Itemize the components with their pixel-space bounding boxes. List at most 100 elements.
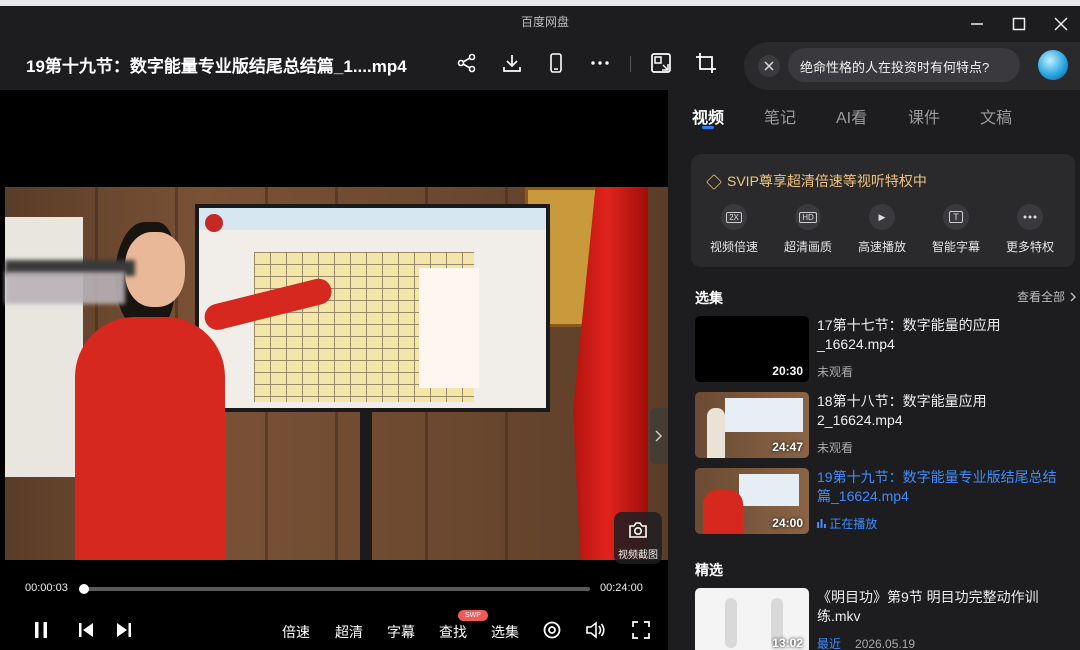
ai-question-pill[interactable]: 绝命性格的人在投资时有何特点? [788,48,1020,82]
snapshot-label: 视频截图 [618,550,658,561]
episode-item[interactable]: 24:47 18第十八节：数字能量应用2_16624.mp4 未观看 [695,392,1075,462]
ai-question-text: 绝命性格的人在投资时有何特点? [800,60,990,75]
previous-button[interactable] [75,619,97,641]
episode-item-current[interactable]: 24:00 19第十九节：数字能量专业版结尾总结篇_16624.mp4 正在播放 [695,468,1075,538]
see-all-label: 查看全部 [1017,290,1066,304]
player-controls: 00:00:03 00:24:00 倍速 超清 字幕 查找 SWP 选集 [0,570,668,650]
crop-button[interactable] [693,50,719,76]
speed-button[interactable]: 倍速 [282,622,310,642]
equalizer-icon [817,519,826,528]
svip-fast-play-label: 高速播放 [857,240,906,254]
smart-subtitle-icon-text: T [949,211,963,223]
close-question-button[interactable] [758,55,780,77]
more-button[interactable] [587,50,613,76]
svip-fast-play[interactable]: ▶ 高速播放 [849,204,915,255]
more-icon [591,61,609,65]
snapshot-button[interactable]: 视频截图 [614,512,662,564]
whiteboard [5,217,83,477]
close-window-button[interactable] [1044,12,1078,36]
featured-item[interactable]: 13:02 《明目功》第9节 明目功完整动作训练.mkv 最近 2026.05.1… [695,588,1075,650]
tab-transcript[interactable]: 文稿 [980,104,1012,128]
svip-diamond-icon [706,174,722,190]
speed-icon: 2X [721,204,747,230]
loop-button[interactable] [541,619,563,641]
featured-tag: 最近 [817,637,842,650]
episode-status: 未观看 [817,441,854,455]
file-title: 19第十九节：数字能量专业版结尾总结篇_1....mp4 [26,57,407,76]
share-button[interactable] [454,50,480,76]
svip-more-label: 更多特权 [1005,240,1054,254]
tab-notes[interactable]: 笔记 [764,104,796,128]
featured-title: 《明目功》第9节 明目功完整动作训练.mkv [817,589,1039,624]
video-viewport[interactable] [0,90,668,560]
fast-play-icon: ▶ [869,204,895,230]
phone-icon [550,53,562,73]
episode-thumbnail: 20:30 [695,316,809,382]
ai-question-bar: 绝命性格的人在投资时有何特点? [744,42,1080,90]
episode-item[interactable]: 20:30 17第十七节：数字能量的应用_16624.mp4 未观看 [695,316,1075,386]
episode-thumbnail: 24:47 [695,392,809,458]
svip-speed[interactable]: 2X 视频倍速 [701,204,767,255]
featured-date: 2026.05.19 [855,637,916,650]
hd-icon: HD [795,204,821,230]
svip-smart-subtitle[interactable]: T 智能字幕 [923,204,989,255]
download-icon [503,55,521,72]
picture-in-picture-icon [651,53,671,73]
pip-button[interactable] [648,50,674,76]
swp-badge: SWP [458,610,488,621]
crop-icon [696,53,716,73]
speed-icon-text: 2X [726,211,742,223]
player-header: 19第十九节：数字能量专业版结尾总结篇_1....mp4 绝命性格的人在投资时有… [0,36,1080,90]
svip-title-row: SVIP尊享超清倍速等视听特权中 [706,171,927,191]
next-button[interactable] [113,619,135,641]
episode-thumbnail: 24:00 [695,468,809,534]
episode-title: 19第十九节：数字能量专业版结尾总结篇_16624.mp4 [817,469,1057,504]
tab-video[interactable]: 视频 [692,104,724,128]
header-divider [630,56,631,72]
volume-button[interactable] [585,619,607,641]
episode-duration: 24:00 [772,516,803,530]
subtitle-button[interactable]: 字幕 [387,622,415,642]
tab-courseware[interactable]: 课件 [908,104,940,128]
episode-title: 18第十八节：数字能量应用2_16624.mp4 [817,393,987,428]
find-button[interactable]: 查找 [439,622,467,642]
episodes-button[interactable]: 选集 [491,622,519,642]
quality-button[interactable]: 超清 [335,622,363,642]
slide-logo-icon [205,214,223,232]
chevron-right-icon [1070,292,1077,302]
more-icon [1017,204,1043,230]
camera-icon [629,522,647,538]
tab-indicator [702,126,714,129]
tv-stand [360,412,372,560]
episode-title: 17第十七节：数字能量的应用_16624.mp4 [817,317,1001,352]
fast-play-icon-text: ▶ [878,211,886,222]
presenter [75,317,225,560]
fullscreen-button[interactable] [630,619,652,641]
phone-play-button[interactable] [543,50,569,76]
close-icon [764,61,774,71]
next-episode-arrow[interactable] [650,408,668,464]
smart-subtitle-icon: T [943,204,969,230]
title-bar: 百度网盘 [0,6,1080,36]
episode-status: 未观看 [817,365,854,379]
featured-duration: 13:02 [772,636,803,650]
episode-duration: 24:47 [772,440,803,454]
loop-icon [543,621,561,639]
maximize-icon [1012,17,1026,31]
pause-button[interactable] [30,619,52,641]
svip-panel: SVIP尊享超清倍速等视听特权中 2X 视频倍速 HD 超清画质 ▶ 高速播放 … [691,154,1075,267]
ai-assistant-avatar[interactable] [1038,50,1068,80]
svip-quality[interactable]: HD 超清画质 [775,204,841,255]
svip-more[interactable]: 更多特权 [997,204,1063,255]
skip-next-icon [117,623,131,637]
progress-track[interactable] [79,584,590,594]
svip-quality-label: 超清画质 [783,240,832,254]
minimize-button[interactable] [960,12,994,36]
progress-knob[interactable] [79,584,89,594]
maximize-button[interactable] [1002,12,1036,36]
download-button[interactable] [499,50,525,76]
see-all-link[interactable]: 查看全部 [1017,288,1077,305]
tab-ai[interactable]: AI看 [836,104,867,128]
episode-status-text: 正在播放 [829,517,878,531]
fullscreen-icon [632,621,650,639]
